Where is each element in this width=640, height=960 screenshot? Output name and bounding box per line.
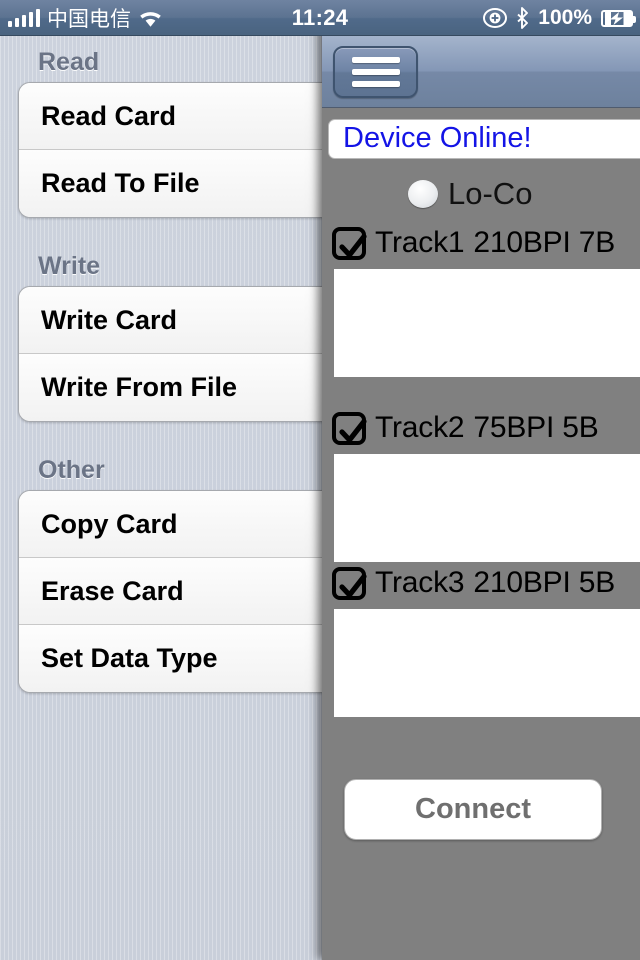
- sidebar-item-read-card[interactable]: Read Card: [19, 83, 322, 150]
- track1-name: Track1: [375, 226, 465, 259]
- track3-input[interactable]: [334, 609, 640, 717]
- sidebar-section-header-read: Read: [38, 48, 100, 76]
- sidebar-section-header-write: Write: [38, 252, 101, 280]
- sidebar-item-write-card[interactable]: Write Card: [19, 287, 322, 354]
- track1-row[interactable]: Track1 210BPI 7B: [332, 226, 615, 260]
- checkbox-checked-icon[interactable]: [332, 411, 367, 445]
- menu-icon[interactable]: [333, 46, 418, 98]
- app-screen: 中国电信 11:24 100% Read Read Card Read To F…: [0, 0, 640, 960]
- checkbox-checked-icon[interactable]: [332, 226, 367, 260]
- main-panel: Device Online! Lo-Co Track1 210BPI 7B Tr: [322, 0, 640, 960]
- battery-percent-label: 100%: [538, 6, 592, 29]
- battery-charging-icon: [601, 9, 636, 27]
- track3-name: Track3: [375, 566, 465, 599]
- sidebar-section-header-other: Other: [38, 456, 105, 484]
- track2-name: Track2: [375, 411, 465, 444]
- coercivity-label: Lo-Co: [448, 176, 533, 211]
- connect-button[interactable]: Connect: [344, 779, 602, 840]
- track3-spec: 210BPI 5B: [473, 566, 616, 599]
- panel-navigation-bar: [322, 36, 640, 108]
- track1-spec: 210BPI 7B: [473, 226, 616, 259]
- menu-bar-3: [351, 81, 400, 87]
- sidebar-group-write: Write Card Write From File: [18, 286, 322, 422]
- device-status-field: Device Online!: [328, 119, 640, 159]
- sidebar-menu: Read Read Card Read To File Write Write …: [0, 36, 322, 960]
- sidebar-item-read-to-file[interactable]: Read To File: [19, 150, 322, 217]
- track2-row[interactable]: Track2 75BPI 5B: [332, 411, 599, 445]
- checkbox-checked-icon[interactable]: [332, 566, 367, 600]
- radio-icon[interactable]: [408, 180, 438, 208]
- sidebar-group-read: Read Card Read To File: [18, 82, 322, 218]
- sidebar-item-copy-card[interactable]: Copy Card: [19, 491, 322, 558]
- sidebar-item-write-from-file[interactable]: Write From File: [19, 354, 322, 421]
- rotation-lock-icon: [483, 6, 508, 30]
- track1-input[interactable]: [334, 269, 640, 377]
- coercivity-toggle[interactable]: Lo-Co: [408, 176, 532, 212]
- status-bar-right: 100%: [483, 0, 636, 36]
- track2-input[interactable]: [334, 454, 640, 562]
- sidebar-group-other: Copy Card Erase Card Set Data Type: [18, 490, 322, 693]
- sidebar-item-erase-card[interactable]: Erase Card: [19, 558, 322, 625]
- bluetooth-icon: [516, 7, 529, 29]
- menu-bar-1: [351, 57, 400, 63]
- track2-spec: 75BPI 5B: [473, 411, 599, 444]
- status-bar: 中国电信 11:24 100%: [0, 0, 640, 36]
- track3-row[interactable]: Track3 210BPI 5B: [332, 566, 615, 600]
- menu-bar-2: [351, 69, 400, 75]
- sidebar-item-set-data-type[interactable]: Set Data Type: [19, 625, 322, 692]
